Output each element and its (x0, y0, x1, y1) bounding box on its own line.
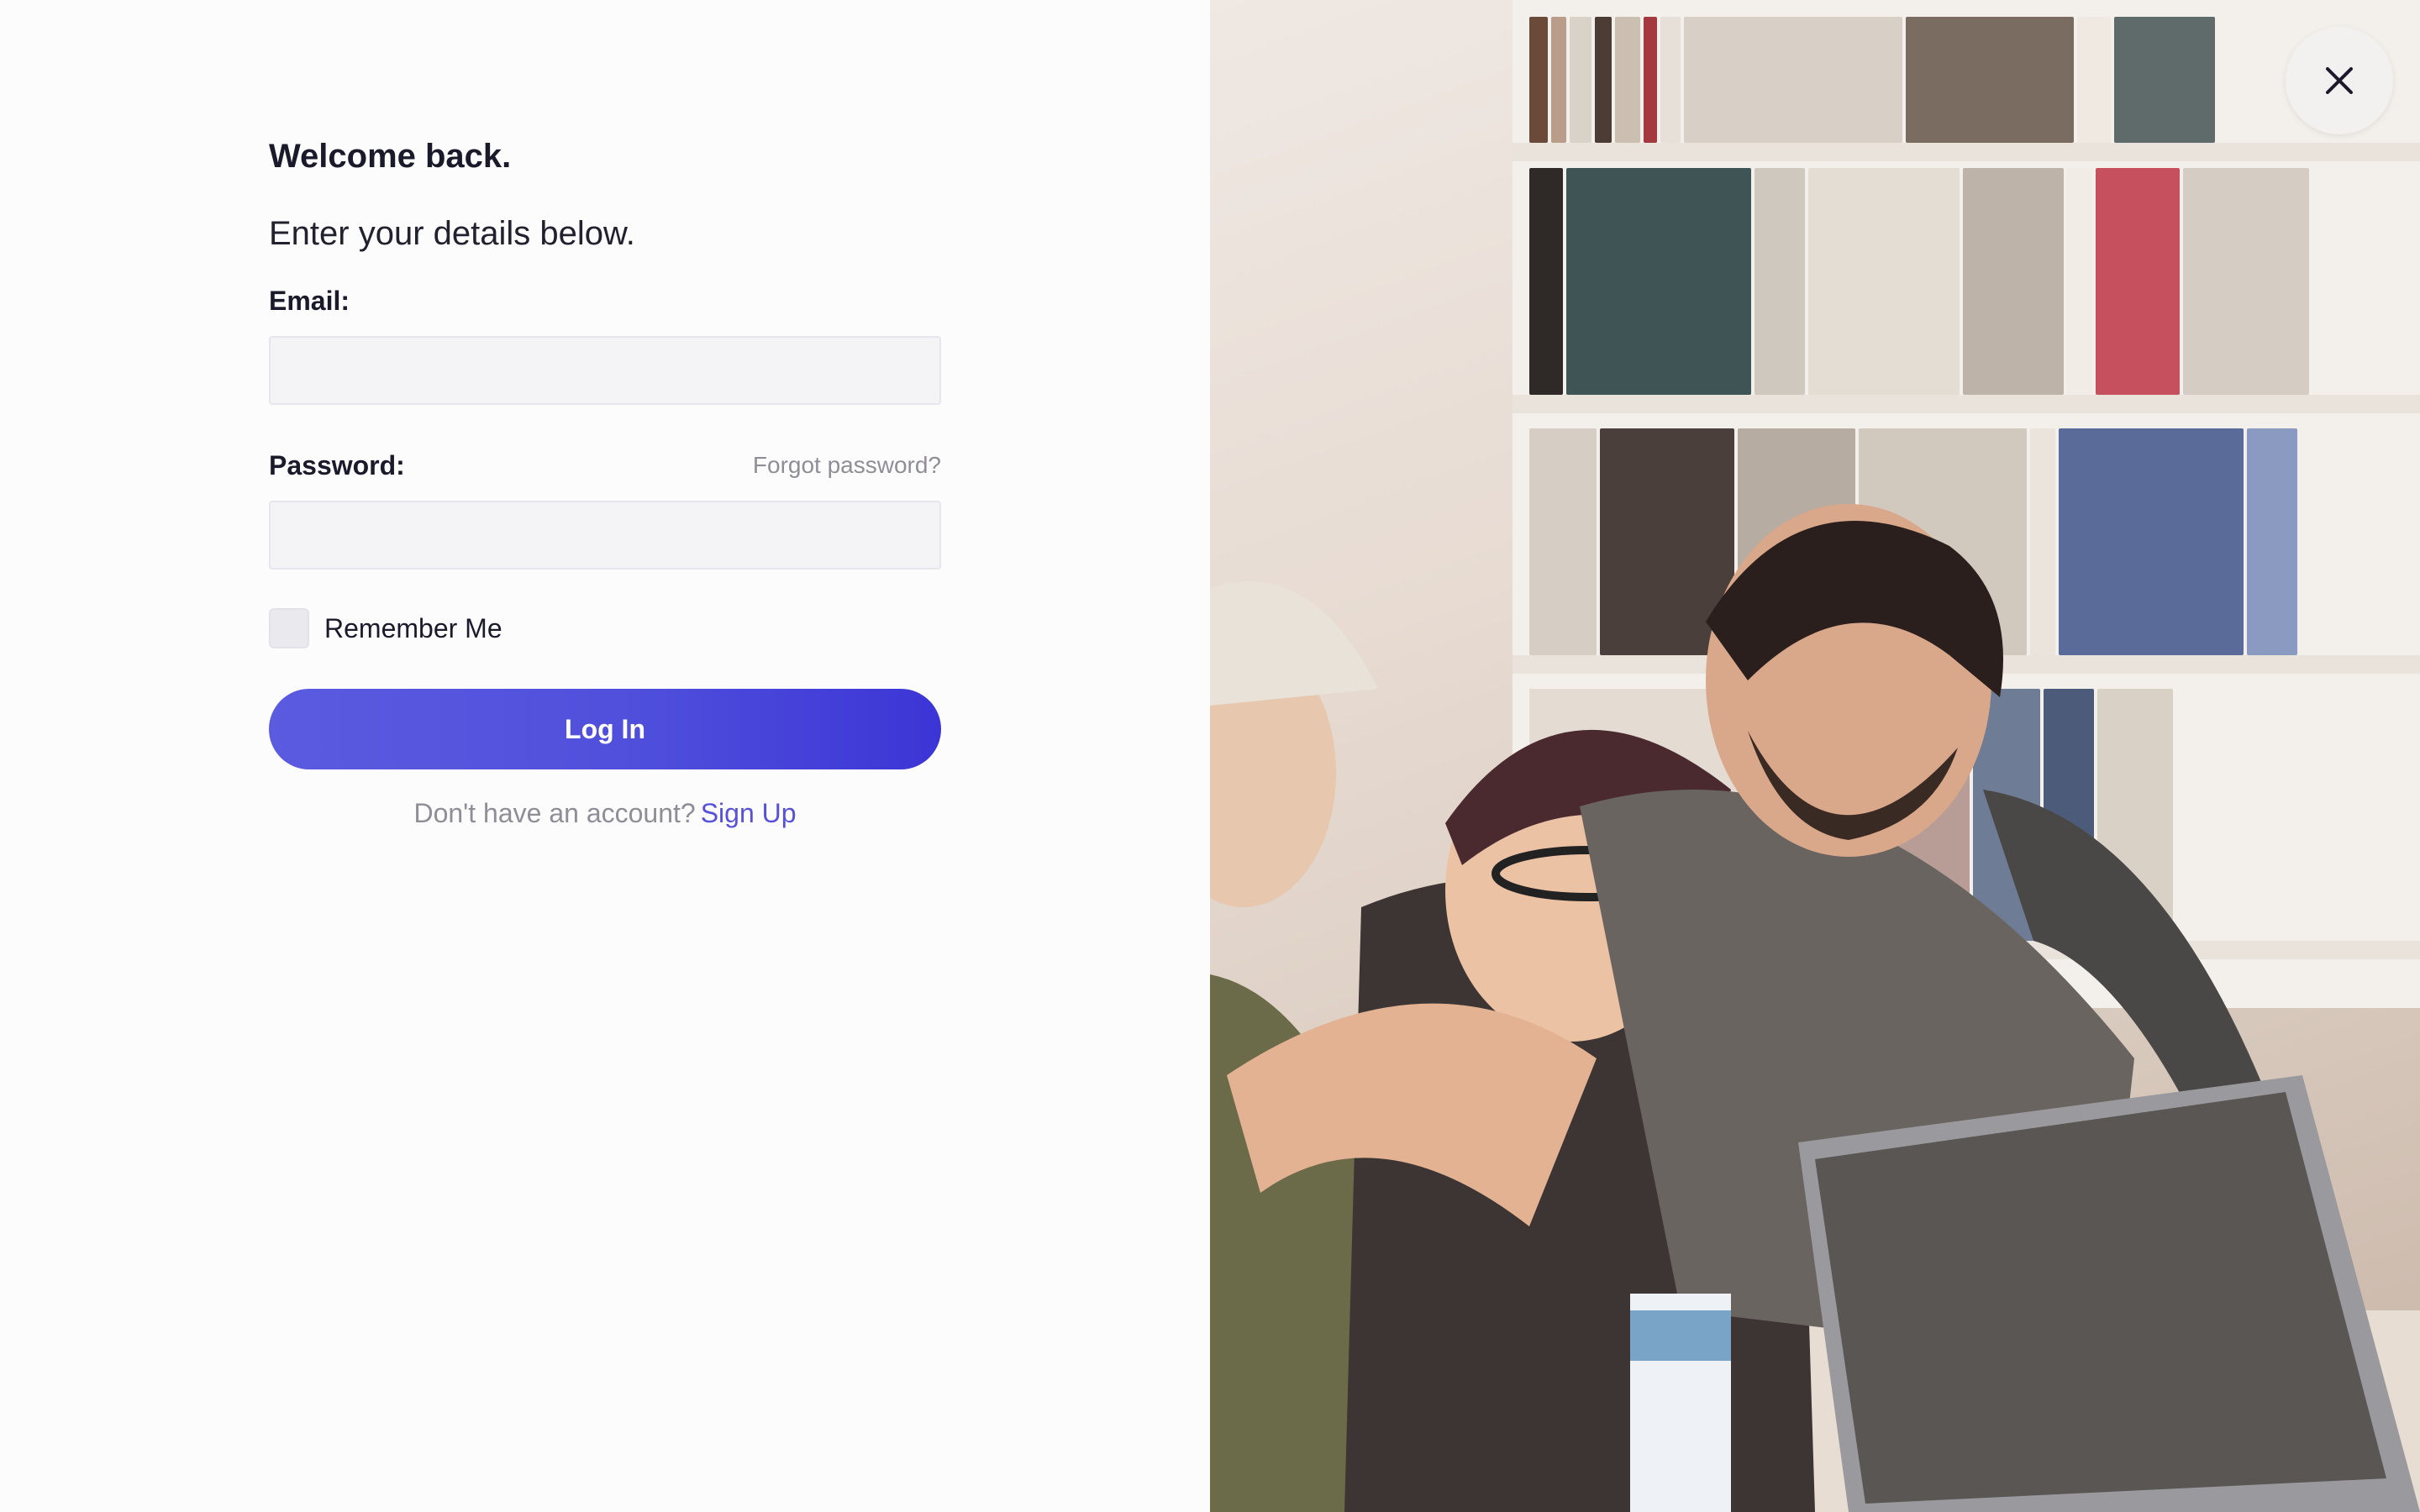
page-title: Welcome back. (269, 138, 512, 175)
password-field[interactable] (269, 501, 941, 570)
close-button[interactable] (2286, 27, 2393, 134)
people-illustration (1210, 504, 2420, 1512)
signup-link[interactable]: Sign Up (701, 798, 797, 828)
login-button[interactable]: Log In (269, 689, 941, 769)
signup-prompt: Don't have an account? (413, 798, 696, 828)
login-page: Welcome back. Enter your details below. … (0, 0, 2420, 1512)
login-panel: Welcome back. Enter your details below. … (0, 0, 1210, 1512)
login-form: Welcome back. Enter your details below. … (269, 134, 941, 830)
remember-me-label[interactable]: Remember Me (324, 612, 502, 645)
remember-me-row: Remember Me (269, 608, 941, 648)
email-label: Email: (269, 286, 350, 316)
password-label-row: Password: Forgot password? (269, 449, 941, 482)
close-icon (2326, 67, 2353, 94)
remember-me-checkbox[interactable] (269, 608, 309, 648)
forgot-password-link[interactable]: Forgot password? (753, 449, 941, 482)
email-field[interactable] (269, 336, 941, 405)
hero-photo (1210, 0, 2420, 1512)
page-subtitle: Enter your details below. (269, 215, 635, 252)
password-label: Password: (269, 450, 405, 480)
signup-row: Don't have an account? Sign Up (269, 796, 941, 830)
